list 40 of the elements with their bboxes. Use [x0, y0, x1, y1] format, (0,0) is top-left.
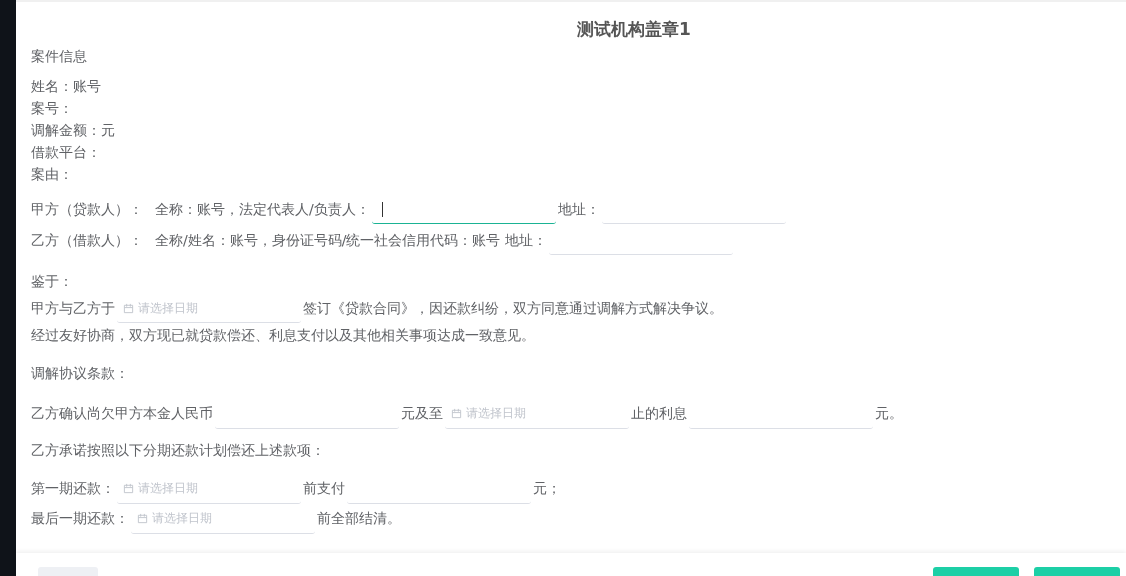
- calendar-icon: [123, 483, 134, 494]
- calendar-icon: [451, 408, 462, 419]
- date-placeholder: 请选择日期: [138, 480, 198, 497]
- form-text: 经过友好协商，双方现已就贷款偿还、利息支付以及其他相关事项达成一致意见。: [31, 326, 535, 345]
- calendar-icon: [137, 513, 148, 524]
- form-text: 姓名：账号: [31, 78, 101, 96]
- date-placeholder: 请选择日期: [138, 299, 198, 317]
- form-text: 最后一期还款：: [31, 510, 129, 528]
- form-text: 借款平台：: [31, 144, 101, 162]
- date-field[interactable]: 请选择日期: [131, 504, 315, 534]
- dialog-title: 测试机构盖章1: [576, 18, 692, 41]
- form-text: 调解协议条款：: [31, 365, 129, 383]
- section-heading: 案件信息: [31, 48, 87, 66]
- form-text: 第一期还款：: [31, 480, 115, 498]
- form-text: 地址：: [557, 200, 600, 219]
- date-placeholder: 请选择日期: [466, 405, 526, 422]
- form-text: 鉴于：: [31, 272, 73, 291]
- form-text: 身份证号码/统一社会信用代码：账号 地址：: [271, 231, 547, 250]
- form-text: 乙方（借款人）：: [31, 231, 143, 250]
- form-text: 案由：: [31, 166, 73, 184]
- form-text: 案号：: [31, 100, 73, 118]
- form-text: 全称/姓名：账号，: [155, 231, 272, 250]
- form-text: 前支付: [303, 480, 345, 498]
- date-field[interactable]: 请选择日期: [117, 294, 301, 323]
- form-text: 元；: [533, 480, 561, 498]
- form-text: 调解金额：元: [31, 122, 115, 140]
- date-field[interactable]: 请选择日期: [117, 474, 301, 504]
- form-text: 元。: [875, 405, 903, 423]
- form-text: 甲方（贷款人）：: [31, 200, 143, 219]
- date-field[interactable]: 请选择日期: [445, 399, 629, 429]
- date-placeholder: 请选择日期: [152, 510, 212, 527]
- form-text: 元及至: [401, 405, 443, 423]
- form-text: 止的利息: [631, 405, 687, 423]
- form-text: 乙方确认尚欠甲方本金人民币: [31, 405, 213, 423]
- calendar-icon: [123, 302, 134, 314]
- form-text: 甲方与乙方于: [31, 299, 115, 318]
- form-text: 签订《贷款合同》，因还款纠纷，双方同意通过调解方式解决争议。: [303, 299, 723, 318]
- form-text: 乙方承诺按照以下分期还款计划偿还上述款项：: [31, 442, 325, 460]
- form-text: 全称：账号，法定代表人/负责人：: [155, 200, 370, 219]
- form-text: 前全部结清。: [317, 510, 401, 528]
